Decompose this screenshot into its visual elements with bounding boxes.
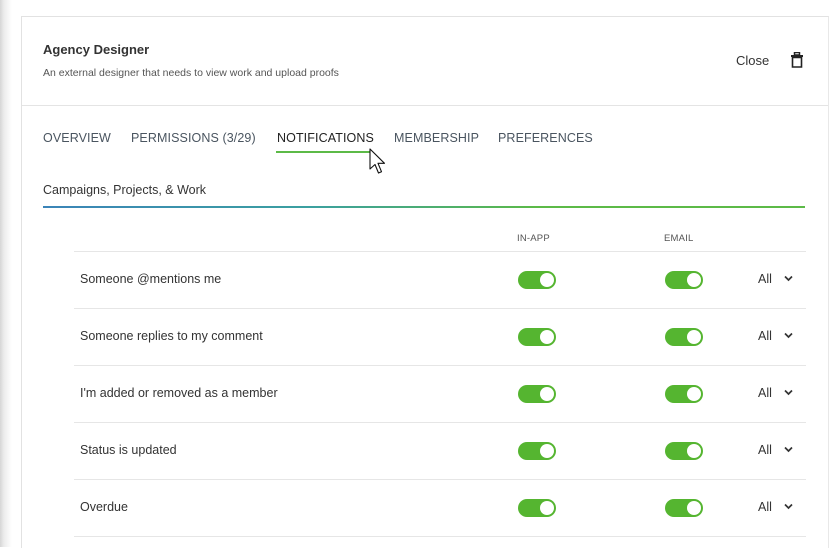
close-button[interactable]: Close [736,53,769,68]
toggle-knob [540,387,554,401]
email-toggle[interactable] [665,328,703,346]
frequency-dropdown[interactable]: All [758,272,772,286]
frequency-dropdown[interactable]: All [758,386,772,400]
toggle-knob [687,501,701,515]
notification-label: I'm added or removed as a member [80,386,278,400]
toggle-knob [687,444,701,458]
tab-notifications[interactable]: NOTIFICATIONS [277,131,374,145]
tab-preferences[interactable]: PREFERENCES [498,131,593,145]
email-toggle[interactable] [665,271,703,289]
chevron-down-icon[interactable] [784,275,793,282]
frequency-dropdown[interactable]: All [758,329,772,343]
panel-header: Agency Designer An external designer tha… [22,17,828,106]
in-app-toggle[interactable] [518,442,556,460]
tab-permissions[interactable]: PERMISSIONS (3/29) [131,131,256,145]
tab-membership[interactable]: MEMBERSHIP [394,131,479,145]
trash-icon[interactable] [790,52,804,68]
in-app-toggle[interactable] [518,271,556,289]
email-toggle[interactable] [665,499,703,517]
section-title: Campaigns, Projects, & Work [43,183,207,197]
role-title: Agency Designer [43,42,150,57]
chevron-down-icon[interactable] [784,446,793,453]
chevron-down-icon[interactable] [784,389,793,396]
in-app-toggle[interactable] [518,385,556,403]
role-description: An external designer that needs to view … [43,67,339,79]
email-toggle[interactable] [665,385,703,403]
in-app-toggle[interactable] [518,499,556,517]
notification-label: Someone replies to my comment [80,329,263,343]
table-row: Overdue All [74,480,806,537]
email-toggle[interactable] [665,442,703,460]
table-row: I'm added or removed as a member All [74,366,806,423]
notification-label: Status is updated [80,443,177,457]
toggle-knob [540,501,554,515]
notification-label: Someone @mentions me [80,272,222,286]
table-row: Someone replies to my comment All [74,309,806,366]
tab-overview[interactable]: OVERVIEW [43,131,111,145]
toggle-knob [540,444,554,458]
toggle-knob [687,273,701,287]
section-divider [43,206,805,208]
frequency-dropdown[interactable]: All [758,500,772,514]
in-app-toggle[interactable] [518,328,556,346]
toggle-knob [687,330,701,344]
role-detail-panel: Agency Designer An external designer tha… [21,16,829,548]
column-header-in-app: IN-APP [517,233,550,244]
chevron-down-icon[interactable] [784,503,793,510]
frequency-dropdown[interactable]: All [758,443,772,457]
column-header-email: EMAIL [664,233,694,244]
toggle-knob [687,387,701,401]
notification-label: Overdue [80,500,128,514]
window-edge-shadow [0,0,12,547]
table-row: Status is updated All [74,423,806,480]
active-tab-indicator [276,151,372,153]
chevron-down-icon[interactable] [784,332,793,339]
mouse-cursor-icon [369,148,386,174]
toggle-knob [540,330,554,344]
toggle-knob [540,273,554,287]
table-row: Someone @mentions me All [74,252,806,309]
